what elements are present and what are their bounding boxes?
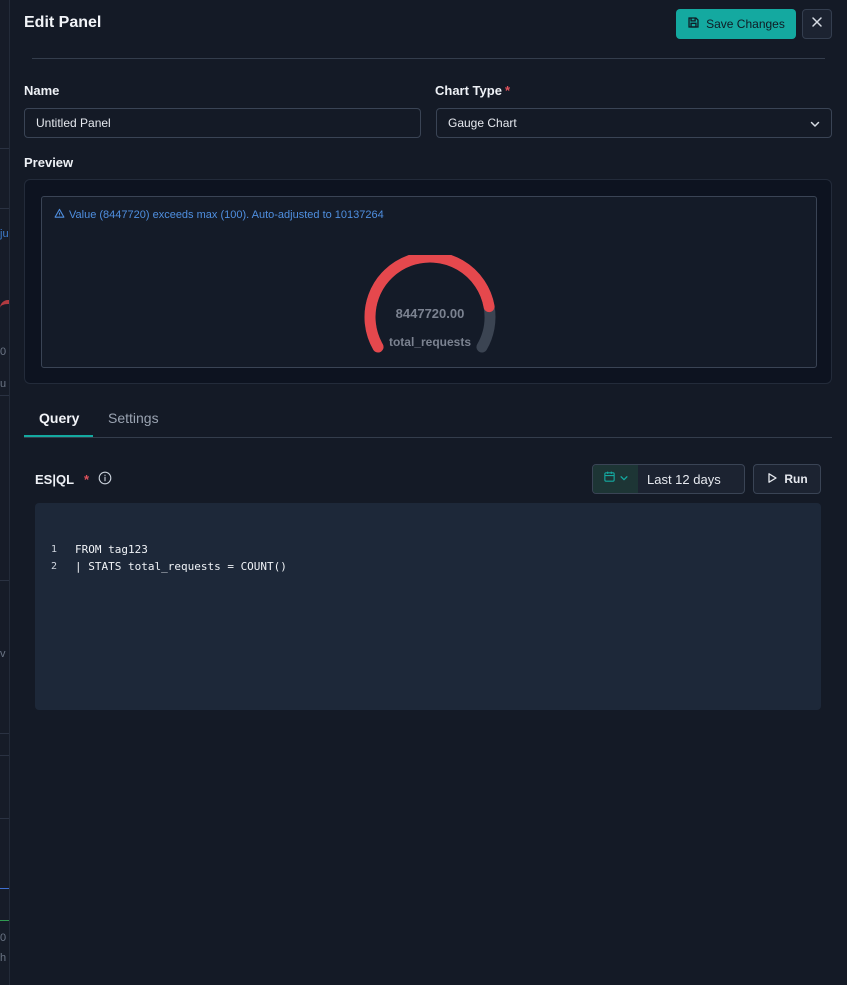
save-button-label: Save Changes [706, 17, 785, 31]
preview-container: Value (8447720) exceeds max (100). Auto-… [24, 179, 832, 384]
tab-bar: Query Settings [24, 400, 832, 438]
code-line: 2 | STATS total_requests = COUNT() [35, 558, 287, 574]
gauge-label: total_requests [388, 335, 472, 349]
gauge-fill [364, 251, 495, 353]
play-icon [766, 472, 778, 487]
name-input-value: Untitled Panel [36, 116, 111, 130]
code-text: | STATS total_requests = COUNT() [75, 559, 287, 573]
code-line: 1 FROM tag123 [35, 541, 148, 557]
required-mark: * [504, 83, 510, 98]
chevron-down-icon [619, 470, 629, 488]
panel-header: Edit Panel Save Changes [24, 8, 832, 40]
date-quick-select[interactable] [593, 465, 638, 493]
warning-icon [54, 208, 65, 222]
code-text: FROM tag123 [75, 542, 148, 556]
line-number: 2 [50, 560, 57, 572]
line-number: 1 [50, 543, 57, 555]
header-divider [32, 58, 825, 59]
tab-settings[interactable]: Settings [108, 410, 159, 426]
gauge-value: 8447720.00 [395, 306, 465, 321]
name-label: Name [24, 83, 60, 98]
background-page: ju 0 u v 0 h [0, 0, 10, 985]
active-tab-indicator [24, 435, 93, 437]
tab-query[interactable]: Query [39, 410, 79, 426]
chart-type-select[interactable]: Gauge Chart [436, 108, 832, 138]
value-warning: Value (8447720) exceeds max (100). Auto-… [54, 208, 384, 222]
esql-label-text: ES|QL [35, 472, 75, 487]
esql-label: ES|QL * [35, 471, 112, 488]
warning-text: Value (8447720) exceeds max (100). Auto-… [69, 209, 384, 221]
preview-label: Preview [24, 155, 74, 170]
date-range-text: Last 12 days [647, 472, 721, 487]
chart-type-value: Gauge Chart [448, 116, 517, 130]
name-input[interactable]: Untitled Panel [24, 108, 421, 138]
save-icon [687, 16, 700, 32]
gauge-chart: 8447720.00 total_requests [360, 251, 500, 355]
date-range-picker[interactable]: Last 12 days [592, 464, 745, 494]
run-button-label: Run [784, 472, 808, 486]
calendar-icon [603, 470, 616, 488]
chart-type-label: Chart Type * [435, 83, 510, 98]
panel-title: Edit Panel [24, 14, 102, 31]
chevron-down-icon [809, 118, 821, 133]
required-mark: * [84, 472, 90, 487]
info-icon[interactable] [98, 471, 112, 488]
close-button[interactable] [802, 9, 832, 39]
save-changes-button[interactable]: Save Changes [676, 9, 796, 39]
gauge-preview: Value (8447720) exceeds max (100). Auto-… [41, 196, 817, 368]
run-button[interactable]: Run [753, 464, 821, 494]
edit-panel: Edit Panel Save Changes Name Untitled Pa… [10, 0, 847, 985]
query-editor[interactable]: 1 FROM tag123 2 | STATS total_requests =… [35, 503, 821, 710]
close-icon [811, 15, 823, 33]
